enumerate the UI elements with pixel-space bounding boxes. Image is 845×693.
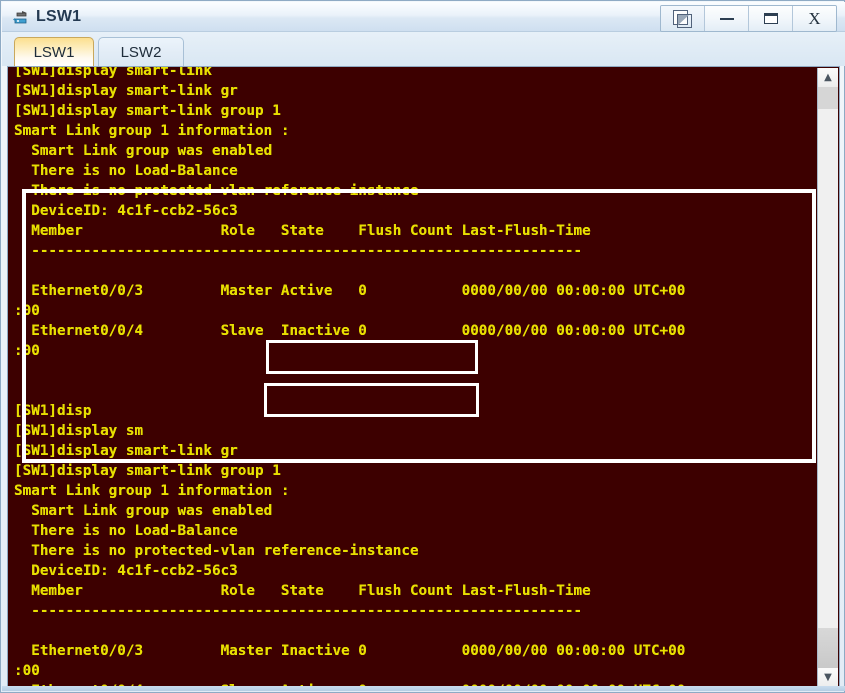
terminal-panel: [SW1]display smart-link [SW1]display smar… (7, 66, 840, 687)
close-icon: X (808, 9, 821, 28)
terminal-line: Smart Link group 1 information : (14, 483, 290, 499)
terminal-line: [SW1]display smart-link (14, 67, 212, 79)
terminal-line: ----------------------------------------… (14, 603, 583, 619)
terminal-line: [SW1]disp (14, 403, 92, 419)
terminal-line: There is no protected-vlan reference-ins… (14, 543, 419, 559)
router-icon (12, 8, 30, 26)
terminal-line: [SW1]display smart-link gr (14, 83, 238, 99)
terminal-line: Ethernet0/0/4 Slave Inactive 0 0000/00/0… (14, 323, 686, 339)
title-bar: LSW1 X (2, 2, 845, 32)
terminal-window: LSW1 X LSW1 LSW2 [SW1]display smart-link… (0, 0, 845, 693)
close-window-button[interactable]: X (793, 6, 836, 31)
terminal-line: :00 (14, 343, 40, 359)
terminal-line: There is no protected-vlan reference-ins… (14, 183, 419, 199)
scroll-down-arrow-icon[interactable]: ▼ (818, 668, 838, 686)
terminal-line: Ethernet0/0/3 Master Active 0 0000/00/00… (14, 283, 686, 299)
terminal-text: [SW1]display smart-link [SW1]display smar… (14, 67, 818, 686)
terminal-line: Member Role State Flush Count Last-Flush… (14, 223, 591, 239)
terminal-line: DeviceID: 4c1f-ccb2-56c3 (14, 203, 238, 219)
minimize-window-button[interactable] (705, 6, 749, 31)
terminal-output[interactable]: [SW1]display smart-link [SW1]display smar… (8, 67, 818, 686)
window-bottom-edge (2, 686, 845, 691)
scroll-up-arrow-icon[interactable]: ▲ (818, 68, 838, 87)
scrollbar-thumb[interactable] (818, 628, 838, 668)
terminal-scrollbar[interactable]: ▲ ▼ (817, 68, 838, 686)
minimize-icon (719, 17, 734, 20)
terminal-line: Smart Link group was enabled (14, 143, 273, 159)
tab-lsw1-label: LSW1 (33, 43, 75, 61)
terminal-line: :00 (14, 303, 40, 319)
copy-windows-icon (673, 10, 692, 28)
terminal-line: DeviceID: 4c1f-ccb2-56c3 (14, 563, 238, 579)
terminal-line: ----------------------------------------… (14, 243, 583, 259)
title-bar-left: LSW1 (12, 6, 81, 28)
tab-lsw2[interactable]: LSW2 (98, 37, 184, 66)
terminal-line: [SW1]display smart-link group 1 (14, 103, 281, 119)
restore-window-button[interactable] (661, 6, 705, 31)
terminal-line: [SW1]display smart-link gr (14, 443, 238, 459)
terminal-line: There is no Load-Balance (14, 523, 238, 539)
terminal-line: There is no Load-Balance (14, 163, 238, 179)
tab-lsw2-label: LSW2 (120, 43, 162, 61)
scrollbar-track-top[interactable] (818, 87, 838, 109)
maximize-icon (763, 13, 778, 24)
window-controls: X (660, 5, 837, 32)
terminal-line: [SW1]display sm (14, 423, 144, 439)
terminal-line: Smart Link group 1 information : (14, 123, 290, 139)
tab-lsw1[interactable]: LSW1 (14, 37, 94, 66)
terminal-line: Ethernet0/0/3 Master Inactive 0 0000/00/… (14, 643, 686, 659)
terminal-line: [SW1]display smart-link group 1 (14, 463, 281, 479)
terminal-line: Member Role State Flush Count Last-Flush… (14, 583, 591, 599)
terminal-line: Smart Link group was enabled (14, 503, 273, 519)
tab-strip: LSW1 LSW2 (2, 32, 845, 66)
terminal-line: :00 (14, 663, 40, 679)
maximize-window-button[interactable] (749, 6, 793, 31)
window-title: LSW1 (36, 8, 82, 25)
